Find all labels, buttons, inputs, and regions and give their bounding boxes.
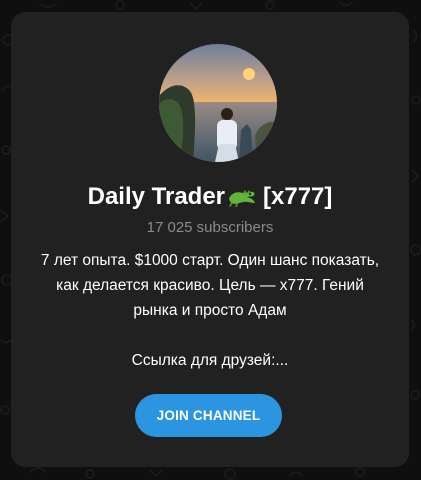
description-line: как делается красиво. Цель — x777. Гений — [56, 277, 364, 294]
description-line: 7 лет опыта. $1000 старт. Один шанс пока… — [40, 252, 380, 269]
channel-title-suffix: [x777] — [263, 183, 333, 210]
crocodile-icon — [227, 185, 257, 214]
screen: Daily Trader [x777] 17 025 subscribers 7… — [0, 0, 421, 480]
channel-card: Daily Trader [x777] 17 025 subscribers 7… — [11, 12, 409, 467]
channel-description: 7 лет опыта. $1000 старт. Один шанс пока… — [25, 248, 395, 373]
channel-title-text: Daily Trader — [87, 183, 226, 210]
description-link-line[interactable]: Ссылка для друзей:... — [25, 348, 395, 373]
join-channel-button[interactable]: JOIN CHANNEL — [135, 394, 282, 437]
avatar-photo — [159, 44, 277, 162]
description-line: рынка и просто Адам — [133, 302, 287, 319]
channel-title: Daily Trader [x777] — [11, 183, 409, 214]
channel-avatar[interactable] — [159, 44, 277, 162]
subscriber-count: 17 025 subscribers — [146, 219, 274, 236]
